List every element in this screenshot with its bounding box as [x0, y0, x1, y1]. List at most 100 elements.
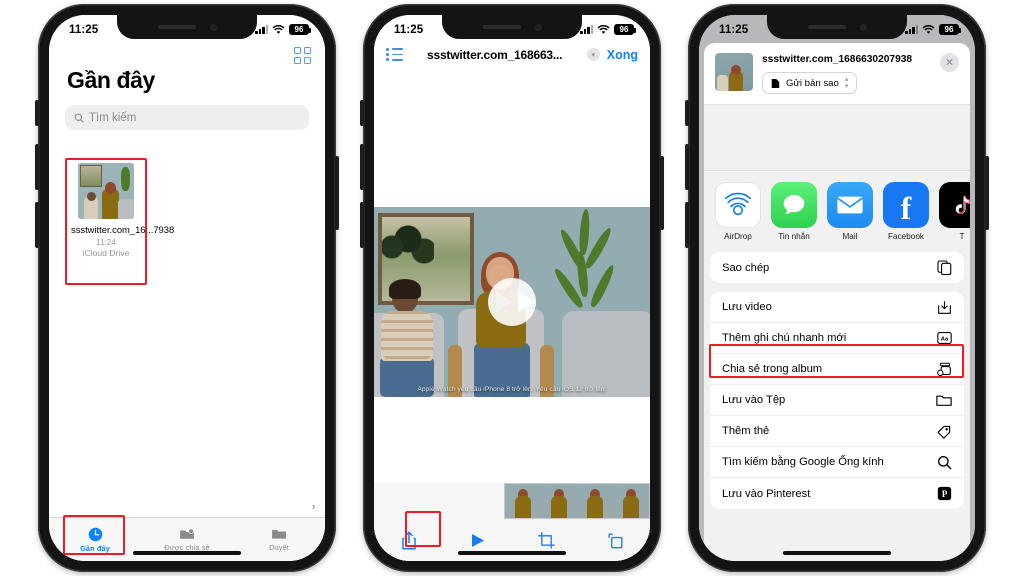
play-button[interactable]	[443, 533, 512, 548]
video-timeline-filmstrip[interactable]	[504, 483, 650, 519]
grid-view-icon[interactable]	[294, 47, 311, 64]
menu-item-save-video[interactable]: Lưu video	[710, 292, 964, 324]
search-icon	[74, 113, 84, 123]
menu-item-add-tag[interactable]: Thêm thẻ	[710, 416, 964, 448]
quicklook-screen: ssstwitter.com_168663... ▾ Xong Apple Wa…	[374, 15, 650, 561]
front-camera	[859, 23, 867, 31]
copy-icon	[937, 260, 952, 276]
power-button[interactable]	[660, 156, 664, 230]
video-plant-prop	[551, 208, 624, 327]
volume-down-button[interactable]	[685, 202, 689, 248]
page-title: Gần đây	[67, 67, 155, 93]
volume-up-button[interactable]	[360, 144, 364, 190]
wifi-icon	[922, 24, 935, 34]
share-target-tiktok[interactable]: T	[939, 182, 970, 241]
share-target-messages[interactable]: Tin nhắn	[771, 182, 817, 241]
send-copy-option[interactable]: Gửi bản sao ▴ ▾	[762, 72, 858, 95]
share-target-airdrop[interactable]: AirDrop	[715, 182, 761, 241]
volume-up-button[interactable]	[685, 144, 689, 190]
share-sheet-header: ssstwitter.com_1686630207938 Gửi bản sao…	[704, 43, 970, 106]
video-player[interactable]: Apple Watch yêu cầu iPhone 8 trở lên. Yê…	[374, 207, 650, 397]
share-app-row: AirDrop Tin nhắn Mail f Facebook T	[704, 171, 970, 250]
share-target-mail[interactable]: Mail	[827, 182, 873, 241]
clock-icon	[88, 527, 102, 541]
search-placeholder: Tìm kiếm	[89, 111, 137, 124]
video-caption: Apple Watch yêu cầu iPhone 8 trở lên. Yê…	[417, 386, 607, 393]
share-target-label: AirDrop	[724, 232, 752, 242]
menu-item-share-album[interactable]: Chia sẻ trong album	[710, 354, 964, 386]
speaker-grill	[482, 25, 521, 29]
list-item[interactable]: ssstwitter.com_16...7938 11:24 iCloud Dr…	[71, 163, 175, 259]
mute-switch[interactable]	[685, 100, 689, 126]
volume-down-button[interactable]	[35, 202, 39, 248]
front-camera	[209, 23, 217, 31]
facebook-icon: f	[883, 182, 929, 229]
file-thumbnail	[715, 53, 753, 91]
volume-up-button[interactable]	[35, 144, 39, 190]
phone-3-share-sheet: 11:25 96 ssstwitter.com_1686630207938 Gử…	[685, 4, 989, 572]
crop-icon	[538, 531, 555, 549]
play-circle-icon[interactable]	[488, 278, 536, 326]
file-source: iCloud Drive	[82, 248, 130, 259]
sidebar-item-recents[interactable]: Gần đây	[49, 518, 141, 561]
search-input[interactable]: Tìm kiếm	[65, 105, 309, 130]
list-bullet-icon[interactable]	[386, 48, 403, 61]
airdrop-icon	[715, 182, 761, 229]
done-button[interactable]: Xong	[607, 48, 638, 62]
video-person-center	[470, 252, 532, 397]
menu-item-label: Lưu video	[722, 301, 772, 314]
notch	[767, 15, 907, 39]
share-target-label: Tin nhắn	[778, 232, 810, 242]
quicklook-title: ssstwitter.com_168663...	[427, 47, 563, 62]
share-target-label: T	[959, 232, 965, 242]
quicklook-navbar: ssstwitter.com_168663... ▾ Xong	[374, 41, 650, 68]
video-person-left	[380, 279, 434, 397]
sidebar-item-label: Gần đây	[80, 543, 110, 553]
file-name: ssstwitter.com_16...7938	[71, 224, 175, 235]
mute-switch[interactable]	[35, 100, 39, 126]
scroll-caret: ›	[312, 501, 315, 511]
file-time: 11:24	[96, 238, 116, 248]
play-icon	[471, 533, 484, 547]
shared-album-icon	[937, 362, 952, 377]
svg-text:Aa: Aa	[941, 337, 949, 343]
status-time: 11:25	[394, 23, 424, 36]
home-indicator	[133, 550, 241, 555]
close-icon[interactable]: ✕	[940, 53, 959, 72]
power-button[interactable]	[985, 156, 989, 230]
menu-item-save-to-files[interactable]: Lưu vào Tệp	[710, 385, 964, 417]
rotate-button[interactable]	[581, 532, 650, 549]
menu-item-label: Thêm thẻ	[722, 425, 770, 438]
share-target-facebook[interactable]: f Facebook	[883, 182, 929, 241]
status-time: 11:25	[719, 23, 749, 36]
menu-item-quick-note[interactable]: Thêm ghi chú nhanh mới Aa	[710, 323, 964, 355]
cellular-bars-icon	[905, 25, 918, 34]
share-menu-group-2: Lưu video Thêm ghi chú nhanh mới Aa Chia…	[710, 292, 964, 510]
sidebar-item-browse[interactable]: Duyệt	[233, 518, 325, 561]
phone-2-screen: 11:25 96 ssstwitter.com_168663... ▾ Xong…	[374, 15, 650, 561]
updown-chevron-icon: ▴ ▾	[844, 76, 849, 91]
power-button[interactable]	[335, 156, 339, 230]
menu-item-google-lens[interactable]: Tìm kiếm bằng Google Ống kính	[710, 447, 964, 479]
mute-switch[interactable]	[360, 100, 364, 126]
battery-indicator: 96	[614, 24, 636, 35]
crop-button[interactable]	[512, 531, 581, 549]
menu-item-save-pinterest[interactable]: Lưu vào Pinterest P	[710, 478, 964, 509]
share-button[interactable]	[374, 531, 443, 550]
cellular-bars-icon	[255, 25, 268, 34]
tag-icon	[936, 424, 952, 439]
menu-item-label: Chia sẻ trong album	[722, 363, 823, 376]
chevron-down-icon[interactable]: ▾	[586, 48, 600, 61]
notch	[117, 15, 257, 39]
battery-indicator: 96	[289, 24, 311, 35]
notch	[442, 15, 582, 39]
share-sheet-spacer	[704, 105, 970, 172]
menu-item-copy[interactable]: Sao chép	[710, 252, 964, 283]
files-recents-screen: Gần đây Tìm kiếm ssstwitter.com_16...793…	[49, 15, 325, 561]
volume-down-button[interactable]	[360, 202, 364, 248]
quick-note-icon: Aa	[937, 331, 952, 345]
messages-icon	[771, 182, 817, 229]
sidebar-item-label: Duyệt	[269, 543, 289, 552]
front-camera	[534, 23, 542, 31]
tutorial-screenshot: 11:25 96 Gần đây Tìm kiếm ssstwitter.com…	[0, 0, 1024, 576]
